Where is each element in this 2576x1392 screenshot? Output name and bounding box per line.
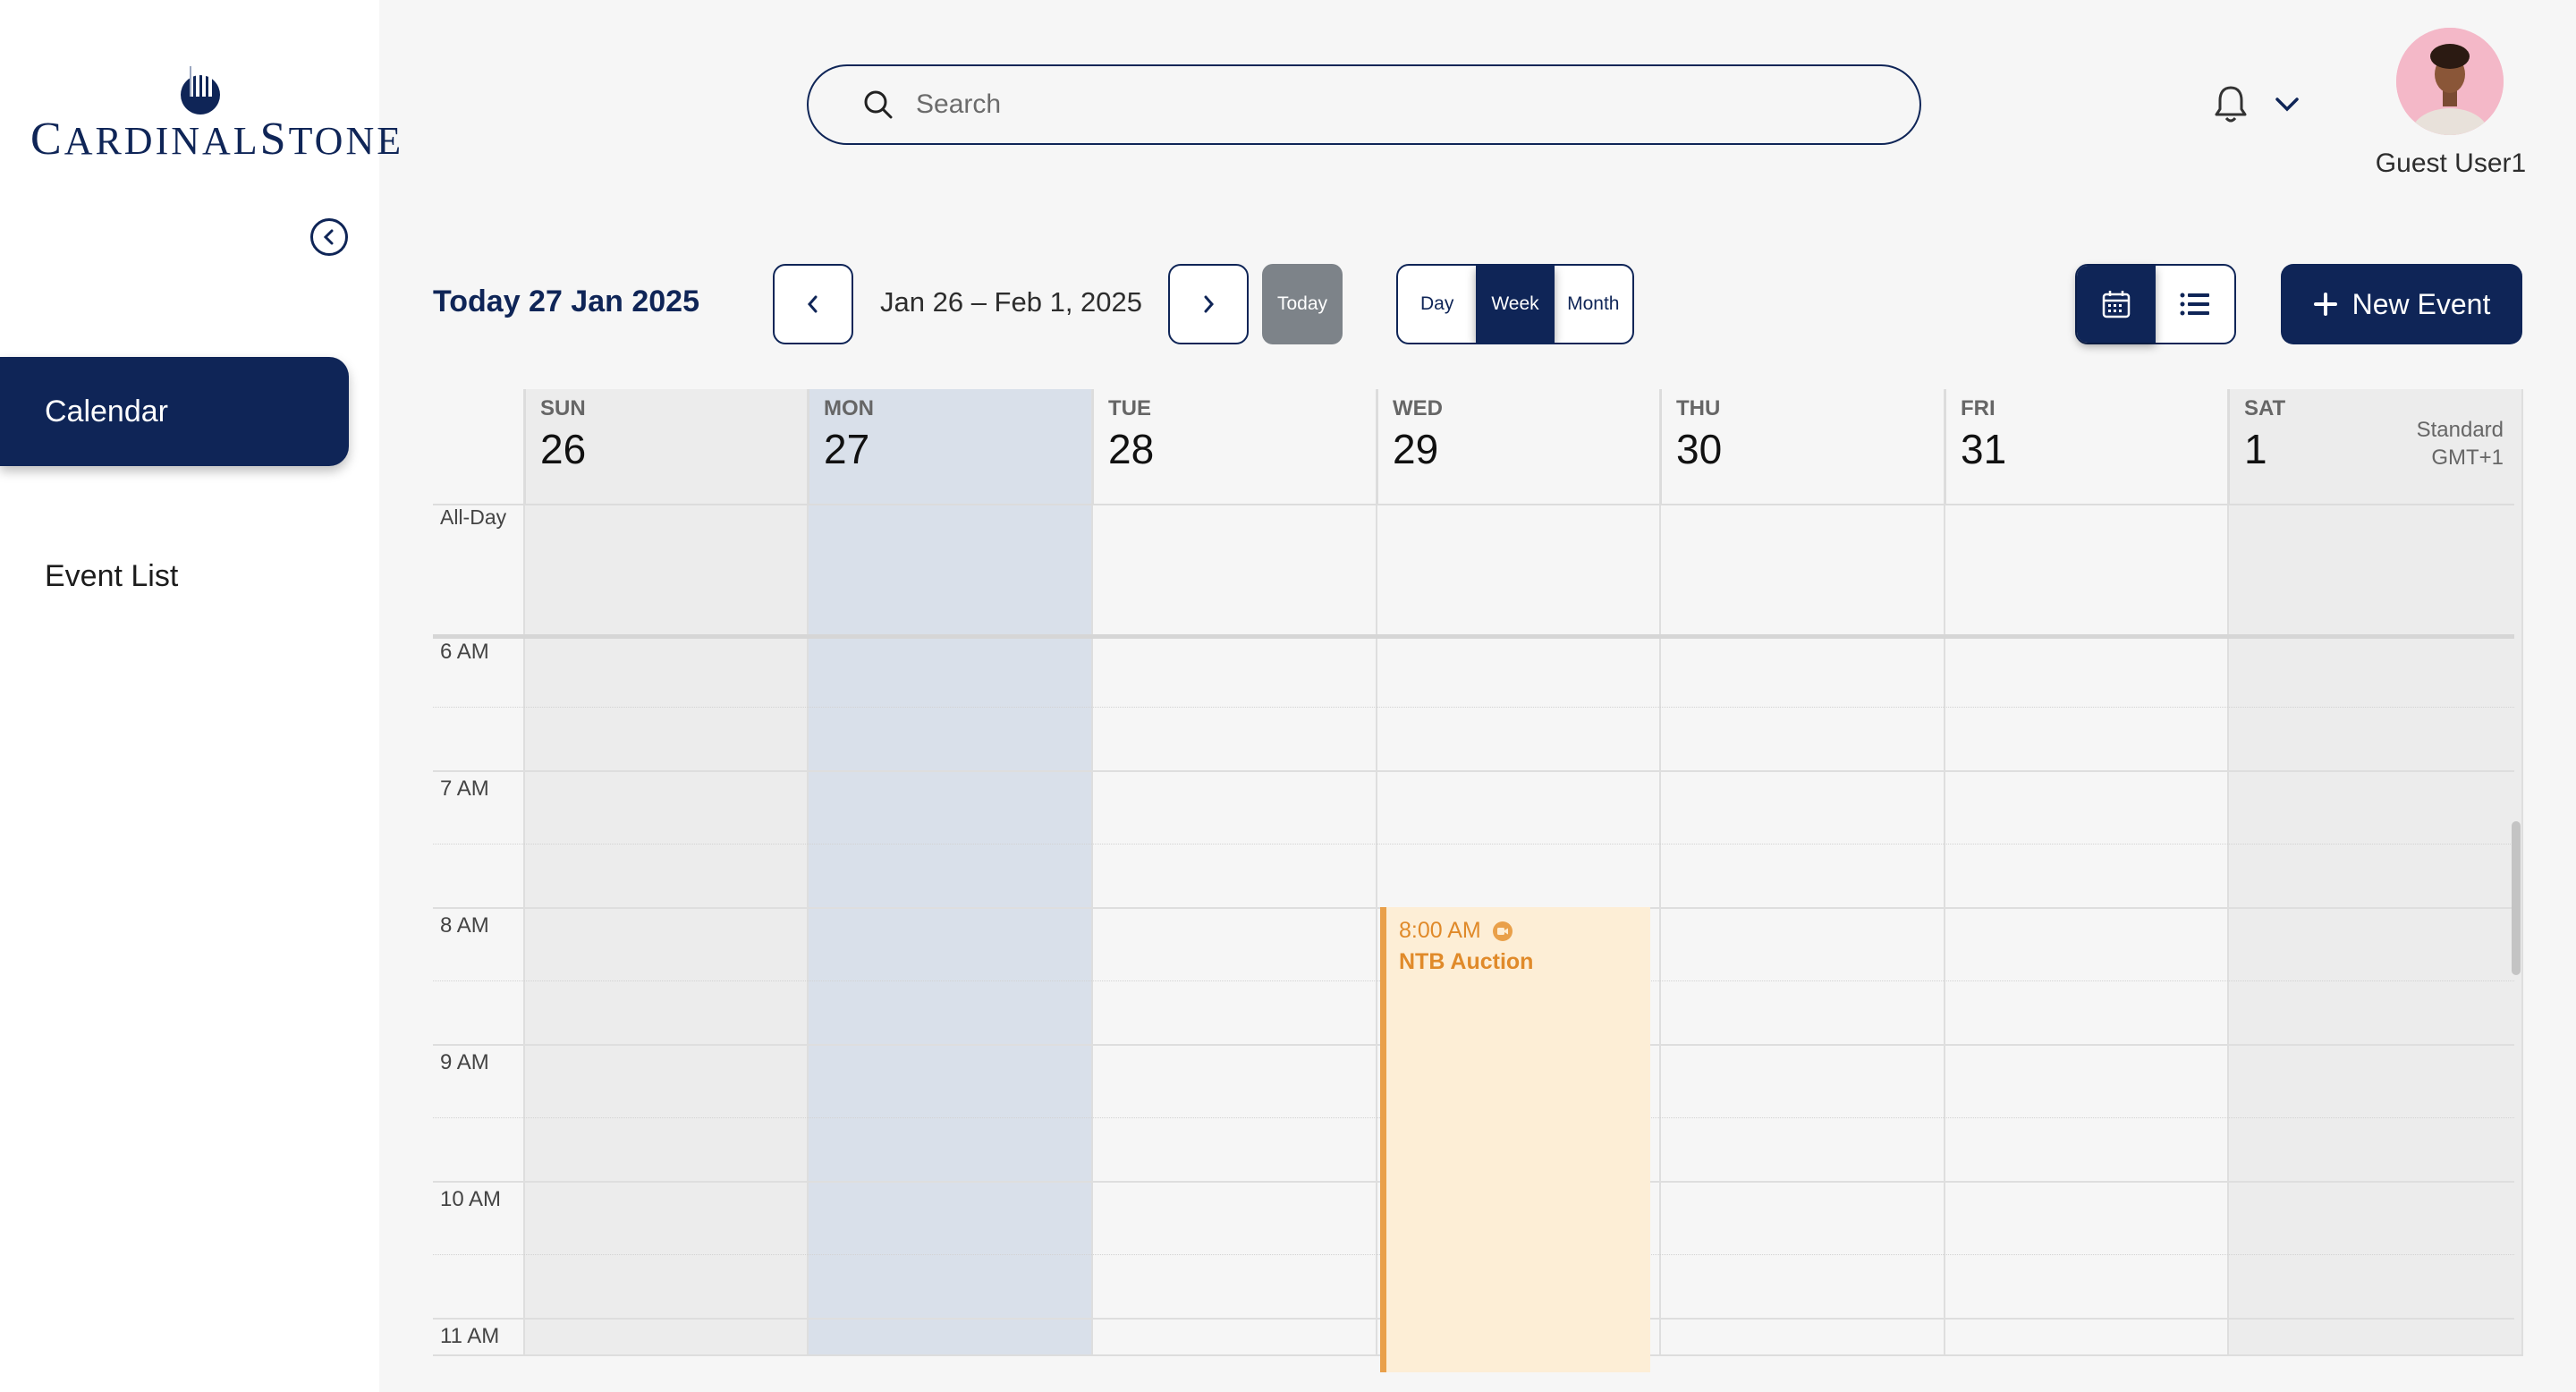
day-name: MON: [824, 396, 874, 420]
new-event-button[interactable]: New Event: [2281, 264, 2522, 344]
column-divider: [807, 389, 809, 1354]
view-week-button[interactable]: Week: [1476, 266, 1555, 343]
calendar-mode-button[interactable]: [2077, 266, 2156, 343]
event-ntb-auction[interactable]: 8:00 AM NTB Auction: [1380, 907, 1650, 1372]
chevron-left-icon: [808, 295, 818, 313]
previous-week-button[interactable]: [773, 264, 853, 344]
search-input[interactable]: [916, 89, 1810, 120]
column-divider: [1091, 389, 1093, 1354]
friday-column[interactable]: [1945, 389, 2228, 1354]
day-date: 31: [1961, 426, 2007, 472]
column-divider: [1376, 389, 1377, 1354]
day-name: THU: [1676, 396, 1721, 420]
hour-label: 10 AM: [440, 1187, 502, 1211]
column-divider: [523, 389, 525, 1354]
list-mode-button[interactable]: [2156, 266, 2234, 343]
collapse-sidebar-button[interactable]: [310, 218, 348, 256]
day-date: 27: [824, 426, 870, 472]
today-date-label: Today 27 Jan 2025: [433, 284, 699, 318]
day-header-mon[interactable]: MON 27: [808, 389, 1092, 504]
hour-label: 7 AM: [440, 777, 489, 801]
tuesday-column[interactable]: [1092, 389, 1377, 1354]
logo-mark-icon: [181, 63, 220, 115]
next-week-button[interactable]: [1168, 264, 1249, 344]
day-header-sun[interactable]: SUN 26: [524, 389, 808, 504]
calendar-scrollbar[interactable]: [2512, 821, 2521, 975]
half-hour-line: [433, 844, 2514, 845]
header-divider: [433, 504, 2514, 505]
day-name: SUN: [540, 396, 586, 420]
chevron-right-icon: [1204, 295, 1214, 313]
today-button[interactable]: Today: [1262, 264, 1343, 344]
hour-label: 8 AM: [440, 913, 489, 938]
timezone-name: Standard: [2416, 418, 2504, 442]
sidebar-item-label: Calendar: [45, 394, 168, 429]
thursday-column[interactable]: [1660, 389, 1945, 1354]
sidebar: CARDINALSTONE Calendar Event List: [0, 0, 401, 1392]
calendar-icon: [2102, 291, 2131, 318]
search-icon: [864, 90, 893, 119]
hour-label: 6 AM: [440, 640, 489, 664]
hour-line: [433, 770, 2514, 772]
plus-icon: [2313, 293, 2337, 316]
column-divider: [1944, 389, 1945, 1354]
monday-column-today[interactable]: [808, 389, 1092, 1354]
allday-label: All-Day: [440, 505, 507, 529]
day-name: WED: [1393, 396, 1443, 420]
day-date: 29: [1393, 426, 1439, 472]
day-header-tue[interactable]: TUE 28: [1092, 389, 1377, 504]
allday-divider: [433, 634, 2514, 639]
day-date: 28: [1108, 426, 1155, 472]
display-mode-switcher: [2075, 264, 2236, 344]
view-day-button[interactable]: Day: [1398, 266, 1476, 343]
column-divider: [1659, 389, 1661, 1354]
event-time-row: 8:00 AM: [1399, 918, 1650, 944]
day-name: TUE: [1108, 396, 1151, 420]
timezone-offset: GMT+1: [2431, 446, 2504, 471]
view-switcher: Day Week Month: [1396, 264, 1634, 344]
sunday-column[interactable]: [524, 389, 808, 1354]
search-bar[interactable]: [807, 64, 1921, 145]
hour-label: 9 AM: [440, 1050, 489, 1074]
day-name: FRI: [1961, 396, 1996, 420]
sidebar-item-label: Event List: [45, 558, 179, 593]
day-date: 26: [540, 426, 587, 472]
date-range-label: Jan 26 – Feb 1, 2025: [880, 286, 1143, 318]
new-event-label: New Event: [2351, 287, 2491, 320]
chevron-left-icon: [323, 229, 334, 245]
saturday-column[interactable]: [2228, 389, 2523, 1354]
hour-label: 11 AM: [440, 1324, 500, 1348]
event-time: 8:00 AM: [1399, 918, 1481, 943]
user-photo: [2396, 28, 2504, 135]
event-title: NTB Auction: [1399, 949, 1534, 974]
sidebar-item-event-list[interactable]: Event List: [0, 522, 349, 630]
chevron-down-icon[interactable]: [2274, 91, 2301, 116]
notification-bell-icon[interactable]: [2213, 84, 2249, 125]
video-call-icon: [1492, 921, 1513, 941]
day-date: 30: [1676, 426, 1723, 472]
timezone-label: Standard GMT+1: [2417, 416, 2504, 471]
column-divider: [2521, 389, 2523, 1354]
day-header-fri[interactable]: FRI 31: [1945, 389, 2228, 504]
cardinalstone-logo: CARDINALSTONE: [30, 63, 401, 165]
day-header-thu[interactable]: THU 30: [1660, 389, 1945, 504]
sidebar-item-calendar[interactable]: Calendar: [0, 357, 349, 466]
view-month-button[interactable]: Month: [1555, 266, 1632, 343]
column-divider: [2227, 389, 2229, 1354]
list-icon: [2180, 293, 2209, 316]
avatar[interactable]: [2396, 28, 2504, 135]
day-header-sat[interactable]: SAT 1 Standard GMT+1: [2228, 389, 2523, 504]
user-name: Guest User1: [2375, 149, 2527, 178]
half-hour-line: [433, 707, 2514, 708]
day-header-wed[interactable]: WED 29: [1377, 389, 1660, 504]
logo-wordmark: CARDINALSTONE: [30, 114, 404, 165]
